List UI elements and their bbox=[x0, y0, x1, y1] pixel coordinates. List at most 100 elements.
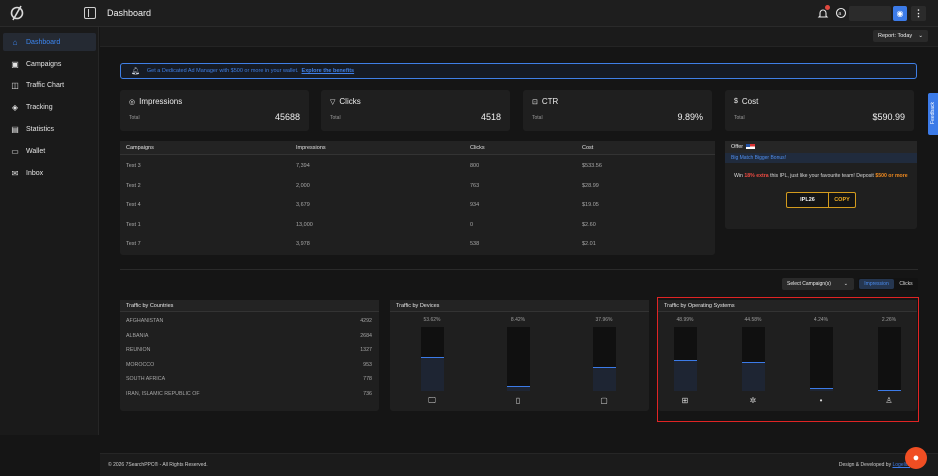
report-label: Report: Today bbox=[878, 33, 913, 39]
column-header: Clicks bbox=[470, 145, 485, 151]
copy-button[interactable]: COPY bbox=[828, 193, 855, 207]
percentage-label: 37.96% bbox=[595, 317, 613, 323]
table-cell: 2,000 bbox=[296, 182, 310, 189]
translate-icon[interactable]: a bbox=[835, 7, 847, 19]
sidebar-item-wallet[interactable]: ▭ Wallet bbox=[3, 142, 96, 160]
credits-prefix: Design & Developed by bbox=[838, 462, 892, 468]
stat-value: 4518 bbox=[480, 112, 501, 122]
table-cell: Test 3 bbox=[126, 163, 141, 169]
panel-title: Traffic by Countries bbox=[120, 300, 379, 312]
clicks-toggle[interactable]: Clicks bbox=[895, 279, 917, 289]
mobile-icon: ▢ bbox=[600, 396, 608, 405]
feedback-tab[interactable]: Feedback bbox=[928, 93, 938, 135]
percentage-label: 8.42% bbox=[510, 317, 526, 323]
cost-icon: $ bbox=[734, 98, 738, 105]
sidebar-item-dashboard[interactable]: ⌂ Dashboard bbox=[3, 33, 96, 51]
offer-text-mid: this IPL, just like your favourite team!… bbox=[770, 173, 874, 179]
ctr-icon: ⊡ bbox=[532, 98, 538, 106]
countries-panel: Traffic by Countries AFGHANISTAN 4292 ALBA… bbox=[120, 300, 379, 411]
sidebar-toggle-icon[interactable] bbox=[84, 7, 96, 19]
sidebar-item-label: Statistics bbox=[26, 125, 55, 133]
campaign-table: Campaigns Impressions Clicks Cost Test 3… bbox=[120, 141, 715, 255]
statistics-icon: ▤ bbox=[11, 124, 19, 134]
flag-icon bbox=[746, 144, 756, 150]
country-name: SOUTH AFRICA bbox=[126, 376, 166, 382]
table-cell: Test 4 bbox=[126, 202, 141, 208]
metric-toggle: Impression Clicks bbox=[858, 278, 918, 290]
offer-title: Offer bbox=[731, 144, 744, 150]
stat-sub: Total bbox=[734, 115, 745, 121]
column-header: Cost bbox=[582, 145, 594, 151]
explore-benefits-link[interactable]: Explore the benefits bbox=[302, 68, 355, 74]
stat-title: CTR bbox=[541, 97, 559, 106]
campaign-icon: ▣ bbox=[11, 59, 19, 69]
table-cell: $19.05 bbox=[582, 202, 599, 208]
bell-icon[interactable] bbox=[817, 5, 830, 19]
column-header: Campaigns bbox=[126, 145, 154, 151]
promo-code: IPL26 bbox=[800, 197, 815, 203]
table-cell: 0 bbox=[470, 221, 474, 228]
select-campaign-dropdown[interactable]: Select Campaign(s) ⌄ bbox=[782, 278, 854, 290]
page-title: Dashboard bbox=[107, 8, 152, 18]
user-info-box[interactable] bbox=[849, 6, 891, 21]
sidebar-item-label: Wallet bbox=[26, 147, 46, 155]
country-name: ALBANIA bbox=[126, 332, 149, 339]
bar-track bbox=[506, 327, 530, 391]
offer-panel: Offer Big Match Bigger Bonus! Win 18% ex… bbox=[725, 141, 917, 229]
sidebar-item-label: Campaigns bbox=[26, 60, 62, 68]
tablet-icon: ▯ bbox=[515, 396, 521, 405]
offer-description: Win 18% extra this IPL, just like your f… bbox=[734, 172, 914, 180]
stat-sub: Total bbox=[330, 115, 341, 121]
stat-value: 9.89% bbox=[677, 112, 703, 122]
country-name: AFGHANISTAN bbox=[126, 318, 164, 324]
table-cell: 538 bbox=[470, 241, 480, 247]
desktop-icon: 🖵︎ bbox=[428, 396, 436, 405]
sidebar-item-traffic-chart[interactable]: ◫ Traffic Chart bbox=[3, 76, 96, 94]
banner-text: Get a Dedicated Ad Manager with $500 or … bbox=[146, 68, 299, 74]
stat-value: $590.99 bbox=[872, 112, 905, 122]
ctr-card: ⊡ CTR Total 9.89% bbox=[523, 90, 712, 131]
feedback-label: Feedback bbox=[930, 102, 936, 124]
notification-dot bbox=[825, 5, 830, 10]
impression-toggle[interactable]: Impression bbox=[859, 279, 894, 289]
chevron-down-icon: ⌄ bbox=[918, 33, 923, 39]
globe-icon[interactable]: ◉ bbox=[893, 6, 907, 21]
offer-subtitle: Big Match Bigger Bonus! bbox=[725, 153, 917, 163]
table-cell: 7,394 bbox=[296, 163, 310, 169]
country-value: 2684 bbox=[360, 332, 372, 339]
country-name: REUNION bbox=[126, 347, 151, 353]
bar-fill bbox=[506, 385, 530, 391]
column-header: Impressions bbox=[296, 145, 326, 151]
table-header: Campaigns Impressions Clicks Cost bbox=[120, 141, 715, 155]
sidebar-item-inbox[interactable]: ✉ Inbox bbox=[3, 164, 96, 182]
clicks-card: ▽ Clicks Total 4518 bbox=[321, 90, 510, 131]
sub-header bbox=[100, 27, 938, 47]
sidebar-item-statistics[interactable]: ▤ Statistics bbox=[3, 120, 96, 138]
offer-amount: $500 or more bbox=[875, 173, 908, 179]
tracking-icon: ◈ bbox=[11, 102, 19, 112]
percentage-label: 53.62% bbox=[423, 317, 441, 323]
sidebar-item-tracking[interactable]: ◈ Tracking bbox=[3, 98, 96, 116]
stat-title: Clicks bbox=[339, 97, 361, 106]
sidebar-item-label: Tracking bbox=[26, 103, 53, 111]
sidebar-item-campaigns[interactable]: ▣ Campaigns bbox=[3, 55, 96, 73]
logo-icon[interactable] bbox=[8, 4, 26, 22]
country-value: 736 bbox=[363, 390, 372, 397]
country-value: 778 bbox=[363, 376, 372, 382]
table-cell: $2.60 bbox=[582, 221, 596, 228]
wallet-icon: ▭ bbox=[11, 146, 19, 156]
promo-code-box: IPL26 COPY bbox=[786, 192, 856, 208]
sidebar-item-label: Inbox bbox=[26, 169, 44, 177]
credits-text: Design & Developed by Logelite bbox=[839, 462, 910, 468]
more-menu-icon[interactable]: ⋮ bbox=[911, 6, 926, 21]
table-cell: Test 2 bbox=[126, 182, 141, 189]
copyright-text: © 2026 7SearchPPC® - All Rights Reserved… bbox=[108, 462, 208, 468]
bar-track bbox=[420, 327, 444, 391]
chat-icon[interactable]: ● bbox=[905, 447, 927, 469]
report-dropdown[interactable]: Report: Today ⌄ bbox=[873, 30, 928, 42]
table-cell: 763 bbox=[470, 182, 480, 189]
inbox-icon: ✉ bbox=[11, 168, 19, 178]
stat-title: Cost bbox=[741, 97, 759, 106]
panel-title: Traffic by Devices bbox=[390, 300, 649, 312]
offer-text-pre: Win bbox=[734, 173, 743, 179]
